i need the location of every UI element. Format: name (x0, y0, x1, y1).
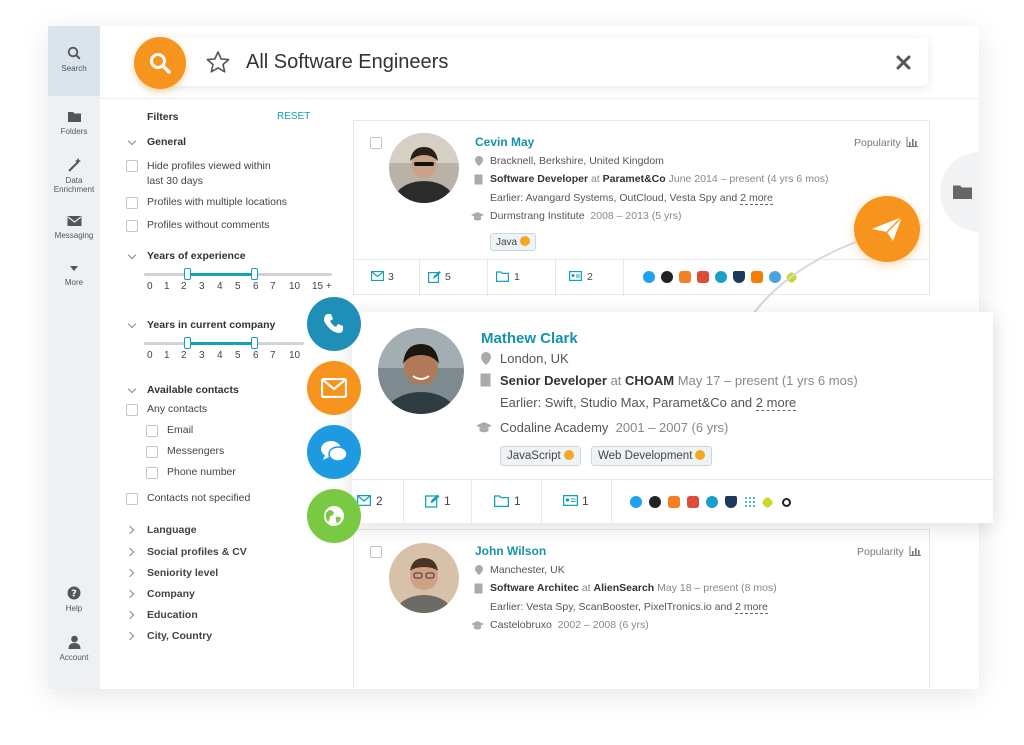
phone-button[interactable] (307, 297, 361, 351)
bucket-icon[interactable] (725, 496, 737, 508)
stat-notes-count: 1 (444, 494, 451, 508)
skill-tag-label: JavaScript (507, 450, 561, 462)
profile-school-period: 2001 – 2007 (6 yrs) (615, 420, 729, 435)
profile-education: Codaline Academy 2001 – 2007 (6 yrs) (500, 420, 728, 435)
profile-at: at (610, 373, 622, 388)
envelope-icon (357, 495, 371, 506)
chat-bubbles-icon (321, 441, 348, 462)
phone-icon (324, 314, 343, 333)
profile-stats: 2 1 1 1 (352, 479, 993, 524)
messenger-button[interactable] (307, 425, 361, 479)
profile-period: May 17 – present (1 yrs 6 mos) (677, 373, 858, 388)
xing-icon[interactable] (761, 496, 774, 509)
globe-icon (324, 506, 344, 526)
skill-tag[interactable]: Web Development (591, 446, 713, 466)
send-button[interactable] (854, 196, 920, 262)
website-button[interactable] (307, 489, 361, 543)
power-icon[interactable] (706, 496, 718, 508)
location-pin-icon (481, 352, 491, 365)
skill-tag[interactable]: JavaScript (500, 446, 581, 466)
profile-location: London, UK (500, 351, 569, 366)
stat-notes[interactable]: 1 (404, 480, 472, 524)
envelope-icon (321, 378, 347, 398)
stat-folders-count: 1 (514, 494, 521, 508)
twitter-icon[interactable] (630, 496, 642, 508)
stat-emails-count: 2 (376, 494, 383, 508)
edit-icon (425, 494, 440, 508)
building-icon (480, 373, 491, 387)
profile-role: Senior Developer (500, 373, 607, 388)
stackoverflow-icon[interactable] (668, 496, 680, 508)
profile-company[interactable]: CHOAM (625, 373, 674, 388)
email-button[interactable] (307, 361, 361, 415)
avatar[interactable] (378, 328, 464, 414)
link-icon[interactable] (782, 498, 791, 507)
profile-earlier: Earlier: Swift, Studio Max, Paramet&Co a… (500, 395, 797, 411)
stat-contacts[interactable]: 1 (542, 480, 612, 524)
contact-card-icon (563, 495, 578, 506)
profile-card-highlighted[interactable]: Mathew Clark London, UK Senior Developer… (352, 312, 993, 524)
profile-earlier-text: Earlier: Swift, Studio Max, Paramet&Co a… (500, 395, 753, 410)
github-icon (563, 450, 574, 460)
github-icon[interactable] (649, 496, 661, 508)
profile-school: Codaline Academy (500, 420, 609, 435)
stat-contacts-count: 1 (582, 494, 589, 508)
dots-icon[interactable] (744, 496, 756, 508)
stat-folders[interactable]: 1 (472, 480, 542, 524)
google-plus-icon[interactable] (687, 496, 699, 508)
more-link[interactable]: 2 more (755, 395, 797, 411)
graduation-cap-icon (476, 422, 492, 433)
profile-position: Senior Developer at CHOAM May 17 – prese… (500, 373, 858, 388)
paper-plane-icon (872, 216, 903, 241)
profile-name[interactable]: Mathew Clark (481, 330, 578, 347)
github-icon (695, 450, 706, 460)
skill-tag-label: Web Development (598, 450, 693, 462)
folder-icon (494, 495, 509, 507)
